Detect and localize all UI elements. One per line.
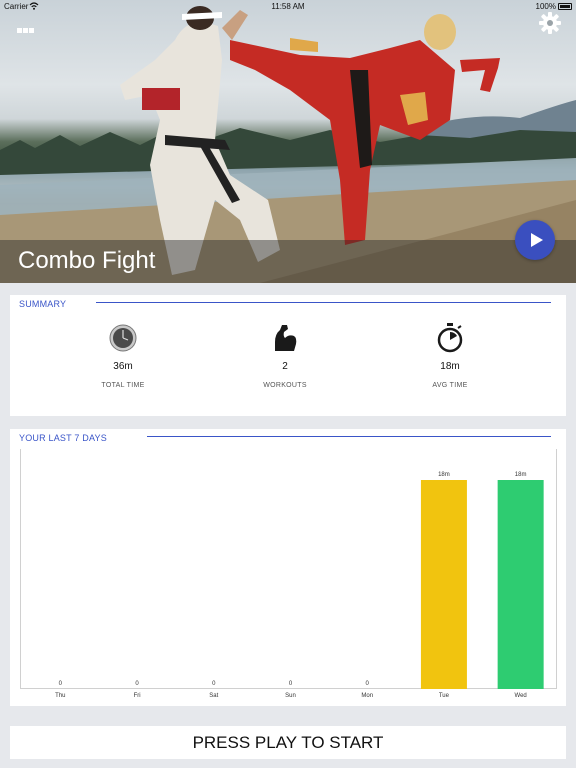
menu-dots-icon[interactable] (17, 20, 37, 33)
clock-icon (109, 324, 137, 352)
summary-divider (96, 302, 551, 303)
press-play-to-start-button[interactable]: PRESS PLAY TO START (10, 726, 566, 759)
x-tick-label-sun: Sun (285, 693, 296, 699)
flexed-arm-icon (275, 325, 297, 351)
total-time-value: 36m (113, 361, 133, 372)
play-button[interactable] (515, 220, 555, 260)
stat-workouts: 2 WORKOUTS (225, 323, 345, 389)
summary-card: SUMMARY 36m TOTAL TIME 2 WORKOUTS 18m AV… (10, 295, 566, 416)
x-tick-label-thu: Thu (55, 693, 65, 699)
bar-chart-svg: 0 Thu 0 Fri 0 Sat 0 Sun 0 Mon 18m Tue 18m Wed (55, 472, 544, 699)
bar-value-label-sat: 0 (212, 681, 216, 687)
last-7-days-divider (147, 436, 551, 437)
bar-value-label-tue: 18m (438, 472, 450, 478)
battery-icon (558, 3, 572, 10)
x-tick-label-fri: Fri (134, 693, 141, 699)
x-tick-label-sat: Sat (209, 693, 218, 699)
avg-time-value: 18m (440, 361, 460, 372)
workouts-label: WORKOUTS (263, 382, 307, 389)
stopwatch-icon (437, 323, 463, 353)
bar-value-label-fri: 0 (135, 681, 139, 687)
last-7-days-heading: YOUR LAST 7 DAYS (19, 433, 107, 443)
workouts-value: 2 (282, 361, 288, 372)
summary-heading: SUMMARY (19, 299, 67, 309)
status-bar: Carrier 11:58 AM 100% (0, 0, 576, 14)
avg-time-label: AVG TIME (432, 382, 468, 389)
bar-value-label-thu: 0 (59, 681, 63, 687)
battery-percent: 100% (535, 2, 556, 11)
bar-chart: 0 Thu 0 Fri 0 Sat 0 Sun 0 Mon 18m Tue 18m Wed (20, 449, 557, 699)
hero-title-band: Combo Fight (0, 240, 576, 283)
bar-value-label-wed: 18m (515, 472, 527, 478)
settings-gear-icon[interactable] (539, 12, 561, 34)
stat-total-time: 36m TOTAL TIME (63, 323, 183, 389)
bar-tue (420, 480, 467, 689)
total-time-label: TOTAL TIME (101, 382, 145, 389)
last-7-days-card: YOUR LAST 7 DAYS 0 Thu 0 Fri 0 Sat 0 Sun 0 Mon 18m… (10, 429, 566, 706)
x-tick-label-mon: Mon (361, 693, 373, 699)
play-icon (531, 233, 543, 247)
stat-avg-time: 18m AVG TIME (390, 323, 510, 389)
x-tick-label-tue: Tue (439, 693, 450, 699)
x-tick-label-wed: Wed (515, 693, 527, 699)
clock-time: 11:58 AM (271, 2, 305, 11)
bar-value-label-mon: 0 (366, 681, 370, 687)
bar-value-label-sun: 0 (289, 681, 293, 687)
bar-wed (497, 480, 544, 689)
workout-title: Combo Fight (18, 247, 156, 274)
